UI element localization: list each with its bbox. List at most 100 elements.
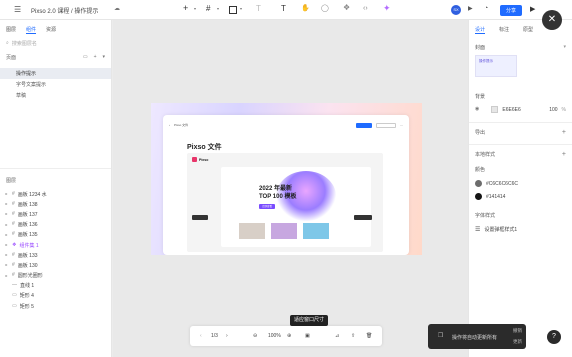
- comment-icon[interactable]: ◯: [321, 5, 329, 12]
- layer-row[interactable]: ▸ # 画板 138: [0, 199, 111, 209]
- page-item[interactable]: 操作提示: [0, 68, 111, 79]
- menu-icon[interactable]: ☰: [14, 6, 21, 14]
- chevron-right-icon[interactable]: ▸: [4, 202, 9, 206]
- chevron-right-icon[interactable]: ▸: [4, 192, 9, 196]
- toast-action-button[interactable]: 更新: [513, 339, 522, 345]
- page-item[interactable]: 字号文案提示: [0, 79, 111, 90]
- page-item[interactable]: 草稿: [0, 90, 111, 101]
- folder-icon[interactable]: ▭: [83, 54, 88, 60]
- add-page-icon[interactable]: +: [94, 54, 97, 60]
- plugin-icon[interactable]: ✦: [383, 4, 391, 13]
- bulb-icon[interactable]: ◔: [484, 5, 488, 12]
- search-placeholder[interactable]: 搜索图层名: [12, 40, 37, 47]
- layer-row[interactable]: ▸ # 画板 1234 水: [0, 189, 111, 199]
- chevron-right-icon[interactable]: ▸: [4, 253, 9, 257]
- layer-row[interactable]: ▸ ❖ 组件集 1: [0, 240, 111, 250]
- app-title[interactable]: Pixso 2.0 课程 / 操作提示: [31, 6, 98, 15]
- chevron-down-icon[interactable]: ▾: [217, 7, 219, 11]
- frame-icon: #: [12, 221, 15, 228]
- measure-icon[interactable]: ⊿: [335, 333, 339, 339]
- add-style-icon[interactable]: +: [562, 151, 566, 158]
- chevron-down-icon[interactable]: ▾: [240, 7, 242, 11]
- layer-row[interactable]: — 直线 1: [0, 281, 111, 291]
- eye-icon[interactable]: ◉: [475, 107, 479, 112]
- pen-icon[interactable]: T: [256, 5, 261, 13]
- add-icon[interactable]: +: [183, 4, 188, 13]
- back-icon[interactable]: ‹: [169, 123, 170, 127]
- chevron-right-icon[interactable]: ▸: [4, 222, 9, 227]
- delete-icon[interactable]: 🗑: [366, 333, 372, 339]
- component-icon[interactable]: ❖: [343, 4, 350, 12]
- bg-opacity[interactable]: 100: [549, 107, 557, 113]
- top-toolbar: ☰ Pixso 2.0 课程 / 操作提示 ☁ + ▾ # ▾ ▾ T T ✋ …: [0, 0, 572, 20]
- chevron-right-icon[interactable]: ›: [226, 333, 228, 339]
- color-style-row[interactable]: #C6C6C6C6C: [469, 180, 572, 187]
- doc-share-button[interactable]: [356, 122, 372, 128]
- frame-icon[interactable]: #: [206, 5, 210, 13]
- zoom-out-icon[interactable]: ⊖: [253, 333, 257, 339]
- color-swatch: [475, 193, 482, 200]
- add-export-icon[interactable]: +: [562, 129, 566, 136]
- layer-row[interactable]: ▸ # 画板 133: [0, 250, 111, 260]
- close-button[interactable]: ✕: [542, 10, 562, 30]
- document-window: ‹ Pixso 文件 ⋯ Pixso 文件 Pixso 2022 年最新 TOP…: [163, 115, 409, 255]
- avatar[interactable]: SX: [451, 5, 461, 15]
- share-button[interactable]: 分享: [500, 5, 522, 16]
- canvas[interactable]: ‹ Pixso 文件 ⋯ Pixso 文件 Pixso 2022 年最新 TOP…: [113, 20, 468, 357]
- layer-row[interactable]: ▸ # 画板 135: [0, 230, 111, 240]
- tab-design[interactable]: 设计: [475, 26, 486, 34]
- search-icon: ⌕: [6, 40, 9, 46]
- tab-inspect[interactable]: 标注: [499, 26, 509, 34]
- artboard[interactable]: ‹ Pixso 文件 ⋯ Pixso 文件 Pixso 2022 年最新 TOP…: [151, 103, 422, 255]
- zoom-level[interactable]: 100%: [268, 333, 281, 339]
- settings-icon[interactable]: ▾: [563, 45, 566, 50]
- layer-label: 矩形 4: [19, 293, 34, 300]
- doc-more-button[interactable]: [376, 122, 396, 128]
- chevron-left-icon[interactable]: ‹: [200, 333, 202, 339]
- chevron-down-icon[interactable]: ▾: [194, 7, 196, 11]
- play-icon[interactable]: ▶: [468, 6, 473, 12]
- layer-label: 圆形光圈形: [17, 273, 43, 280]
- layer-row[interactable]: ▸ # 画板 137: [0, 209, 111, 219]
- play-icon[interactable]: ▶: [530, 6, 535, 13]
- chevron-right-icon[interactable]: ▸: [4, 273, 9, 278]
- chevron-down-icon[interactable]: ▾: [102, 54, 105, 60]
- tab-assets[interactable]: 资源: [46, 26, 56, 34]
- cover-thumbnail[interactable]: 操作提示: [475, 55, 517, 77]
- layer-search[interactable]: ⌕ 搜索图层名: [6, 39, 105, 48]
- help-button[interactable]: ?: [547, 330, 561, 344]
- chevron-right-icon[interactable]: ▸: [4, 212, 9, 216]
- preview-next-button[interactable]: [354, 215, 372, 220]
- rectangle-icon: ▭: [12, 302, 17, 309]
- hero-button[interactable]: 立即查看: [259, 204, 275, 209]
- bg-hex[interactable]: E6E6E6: [502, 107, 520, 113]
- preview-prev-button[interactable]: [192, 215, 208, 220]
- share-export-icon[interactable]: ⇪: [351, 333, 355, 339]
- toast-undo-button[interactable]: 撤销: [513, 328, 522, 334]
- chevron-right-icon[interactable]: ▸: [4, 243, 9, 247]
- zoom-in-icon[interactable]: ⊕: [287, 333, 291, 339]
- layer-label: 画板 133: [17, 252, 38, 259]
- more-icon[interactable]: ⋯: [400, 123, 403, 127]
- layer-row[interactable]: ▭ 矩形 4: [0, 291, 111, 301]
- layer-row[interactable]: ▸ # 画板 136: [0, 220, 111, 230]
- rectangle-icon[interactable]: [229, 6, 237, 14]
- tab-layers[interactable]: 图层: [6, 26, 16, 34]
- tab-components[interactable]: 组件: [26, 26, 37, 34]
- layer-row[interactable]: ▭ 矩形 5: [0, 301, 111, 311]
- layer-row[interactable]: ▸ # 画板 130: [0, 260, 111, 270]
- hand-icon[interactable]: ✋: [301, 5, 310, 12]
- background-row[interactable]: ◉ E6E6E6 100 %: [469, 106, 572, 113]
- layer-row[interactable]: ▸ # 圆形光圈形: [0, 271, 111, 281]
- chevron-right-icon[interactable]: ▸: [4, 263, 9, 267]
- code-icon[interactable]: ‹›: [363, 5, 368, 12]
- color-style-row[interactable]: #141414: [469, 193, 572, 200]
- chevron-right-icon[interactable]: ▸: [4, 232, 9, 237]
- bg-swatch[interactable]: [491, 106, 499, 113]
- fit-window-icon[interactable]: ▣: [305, 333, 310, 339]
- text-style-row[interactable]: ☰ 设置弹框样式1: [469, 226, 572, 234]
- layers-header-label: 图层: [6, 177, 17, 184]
- text-icon[interactable]: T: [281, 5, 286, 13]
- bottom-toolbar: ‹ 1/3 › ⊖ 100% ⊕ ▣ ⊿ ⇪ 🗑: [190, 326, 382, 346]
- tab-prototype[interactable]: 原型: [523, 26, 533, 34]
